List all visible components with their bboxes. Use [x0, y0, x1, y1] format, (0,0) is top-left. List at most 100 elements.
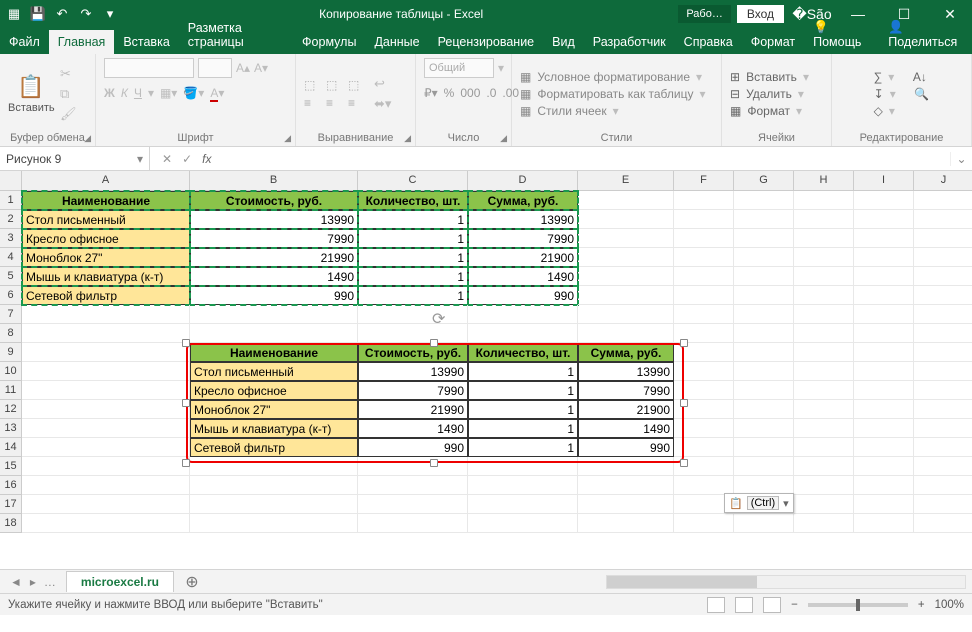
- wrap-text-icon[interactable]: ↩: [374, 76, 391, 92]
- table2-header[interactable]: Наименование: [190, 343, 358, 362]
- tab-вид[interactable]: Вид: [543, 30, 584, 54]
- table1-cell[interactable]: 1: [358, 210, 468, 229]
- name-box[interactable]: Рисунок 9▾: [0, 147, 150, 170]
- resize-handle[interactable]: [182, 399, 190, 407]
- border-icon[interactable]: ▦▾: [160, 86, 177, 100]
- launcher-icon[interactable]: ◢: [500, 133, 507, 144]
- inc-decimal-icon[interactable]: .0: [486, 86, 496, 100]
- tab-вставка[interactable]: Вставка: [114, 30, 178, 54]
- row-header-8[interactable]: 8: [0, 324, 22, 343]
- resize-handle[interactable]: [680, 339, 688, 347]
- row-header-1[interactable]: 1: [0, 191, 22, 210]
- row-header-12[interactable]: 12: [0, 400, 22, 419]
- table2-cell[interactable]: 990: [358, 438, 468, 457]
- launcher-icon[interactable]: ◢: [284, 133, 291, 144]
- zoom-level[interactable]: 100%: [935, 599, 964, 611]
- redo-icon[interactable]: ↷: [78, 6, 94, 22]
- table2-cell[interactable]: 21990: [358, 400, 468, 419]
- table1-cell[interactable]: 21990: [190, 248, 358, 267]
- undo-icon[interactable]: ↶: [54, 6, 70, 22]
- formula-input[interactable]: [223, 147, 950, 170]
- col-header-G[interactable]: G: [734, 171, 794, 191]
- resize-handle[interactable]: [182, 459, 190, 467]
- currency-icon[interactable]: ₽▾: [424, 86, 438, 100]
- font-name-input[interactable]: [104, 58, 194, 78]
- col-header-B[interactable]: B: [190, 171, 358, 191]
- table1-header[interactable]: Количество, шт.: [358, 191, 468, 210]
- cancel-entry-icon[interactable]: ✕: [162, 152, 172, 166]
- resize-handle[interactable]: [680, 399, 688, 407]
- autosum-button[interactable]: ∑▾ A↓: [874, 70, 930, 84]
- cut-icon[interactable]: ✂: [60, 66, 77, 82]
- table2-cell[interactable]: 1490: [358, 419, 468, 438]
- table1-header[interactable]: Наименование: [22, 191, 190, 210]
- shrink-font-icon[interactable]: A▾: [254, 61, 268, 75]
- insert-cells-button[interactable]: ⊞Вставить▾: [730, 70, 809, 84]
- align-left-icon[interactable]: ≡: [304, 96, 320, 110]
- font-color-icon[interactable]: A▾: [210, 86, 224, 100]
- tab-справка[interactable]: Справка: [675, 30, 742, 54]
- number-format-select[interactable]: [424, 58, 494, 78]
- table2-cell[interactable]: 21900: [578, 400, 674, 419]
- table2-header[interactable]: Количество, шт.: [468, 343, 578, 362]
- table1-cell[interactable]: Мышь и клавиатура (к-т): [22, 267, 190, 286]
- share-button[interactable]: 👤 Поделиться: [879, 15, 972, 54]
- new-sheet-button[interactable]: ⊕: [182, 572, 202, 592]
- table1-header[interactable]: Стоимость, руб.: [190, 191, 358, 210]
- row-header-6[interactable]: 6: [0, 286, 22, 305]
- login-button[interactable]: Вход: [737, 5, 784, 23]
- table2-cell[interactable]: 1490: [578, 419, 674, 438]
- table2-cell[interactable]: 1: [468, 362, 578, 381]
- table2-header[interactable]: Сумма, руб.: [578, 343, 674, 362]
- select-all-corner[interactable]: [0, 171, 22, 191]
- table2-header[interactable]: Стоимость, руб.: [358, 343, 468, 362]
- row-header-17[interactable]: 17: [0, 495, 22, 514]
- row-header-14[interactable]: 14: [0, 438, 22, 457]
- table1-cell[interactable]: 1490: [468, 267, 578, 286]
- table2-cell[interactable]: Кресло офисное: [190, 381, 358, 400]
- fill-color-icon[interactable]: 🪣▾: [183, 86, 204, 100]
- table1-cell[interactable]: 1: [358, 286, 468, 305]
- row-header-9[interactable]: 9: [0, 343, 22, 362]
- sheet-tab[interactable]: microexcel.ru: [66, 571, 174, 592]
- sheet-nav-prev-icon[interactable]: ▸: [30, 575, 36, 589]
- sort-filter-icon[interactable]: A↓: [913, 70, 927, 84]
- row-header-13[interactable]: 13: [0, 419, 22, 438]
- page-layout-icon[interactable]: [735, 597, 753, 613]
- paste-button[interactable]: 📋 Вставить: [8, 74, 54, 114]
- table2-cell[interactable]: Стол письменный: [190, 362, 358, 381]
- col-header-J[interactable]: J: [914, 171, 972, 191]
- page-break-icon[interactable]: [763, 597, 781, 613]
- tab-рецензирование[interactable]: Рецензирование: [429, 30, 544, 54]
- col-header-H[interactable]: H: [794, 171, 854, 191]
- table1-cell[interactable]: 7990: [190, 229, 358, 248]
- table1-cell[interactable]: Моноблок 27": [22, 248, 190, 267]
- percent-icon[interactable]: %: [444, 86, 455, 100]
- sheet-nav-more-icon[interactable]: …: [44, 575, 56, 589]
- col-header-A[interactable]: A: [22, 171, 190, 191]
- table1-header[interactable]: Сумма, руб.: [468, 191, 578, 210]
- delete-cells-button[interactable]: ⊟Удалить▾: [730, 87, 809, 101]
- format-as-table-button[interactable]: ▦Форматировать как таблицу▾: [520, 87, 706, 101]
- row-header-4[interactable]: 4: [0, 248, 22, 267]
- table1-cell[interactable]: 1: [358, 248, 468, 267]
- resize-handle[interactable]: [182, 339, 190, 347]
- zoom-out-icon[interactable]: −: [791, 599, 798, 611]
- bold-button[interactable]: Ж: [104, 86, 115, 100]
- fill-button[interactable]: ↧▾ 🔍: [874, 87, 930, 101]
- tab-главная[interactable]: Главная: [49, 30, 115, 54]
- resize-handle[interactable]: [430, 459, 438, 467]
- table1-cell[interactable]: 13990: [468, 210, 578, 229]
- resize-handle[interactable]: [430, 339, 438, 347]
- table1-cell[interactable]: 7990: [468, 229, 578, 248]
- qat-more-icon[interactable]: ▾: [102, 6, 118, 22]
- table1-cell[interactable]: 990: [468, 286, 578, 305]
- comma-icon[interactable]: 000: [460, 86, 480, 100]
- row-header-18[interactable]: 18: [0, 514, 22, 533]
- tab-разметка страницы[interactable]: Разметка страницы: [179, 16, 293, 54]
- tab-разработчик[interactable]: Разработчик: [584, 30, 675, 54]
- conditional-formatting-button[interactable]: ▦Условное форматирование▾: [520, 70, 706, 84]
- copy-icon[interactable]: ⧉: [60, 86, 77, 102]
- row-header-5[interactable]: 5: [0, 267, 22, 286]
- save-icon[interactable]: 💾: [30, 6, 46, 22]
